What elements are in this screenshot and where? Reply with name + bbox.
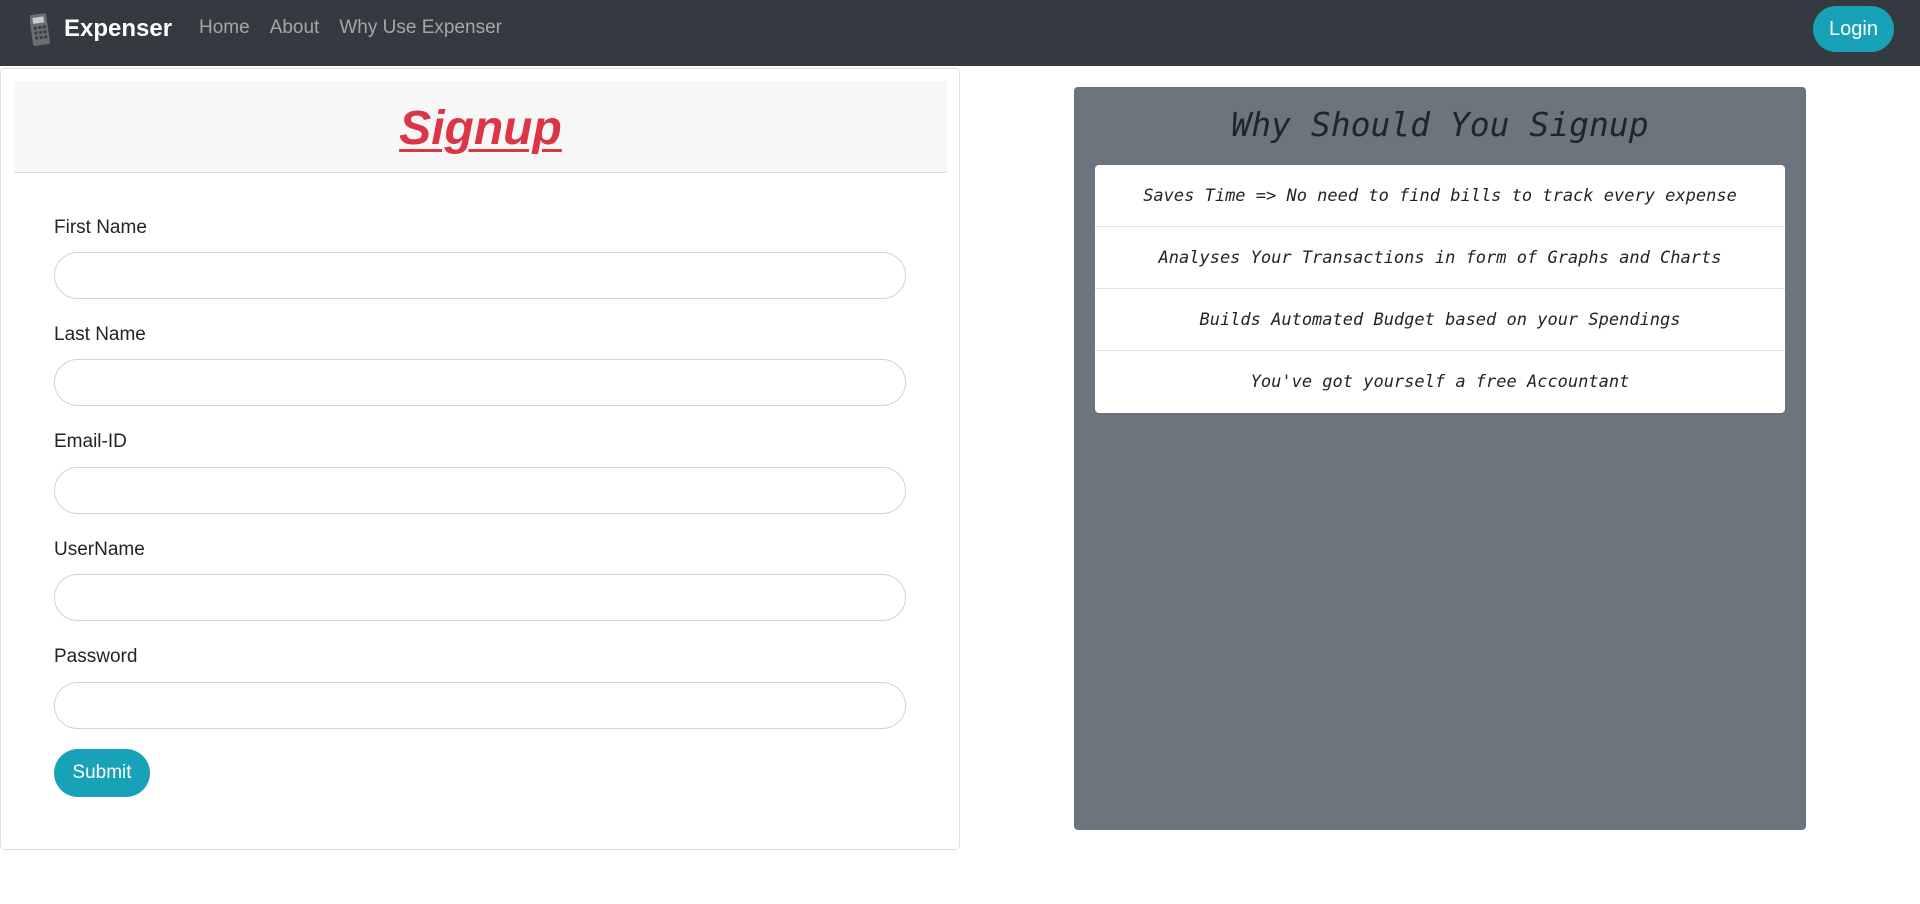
nav-link-why-use-expenser[interactable]: Why Use Expenser xyxy=(339,17,502,39)
nav-link-home[interactable]: Home xyxy=(199,17,250,39)
username-input[interactable] xyxy=(54,574,906,621)
signup-card: Signup First Name Last Name Email-ID Use… xyxy=(0,68,960,850)
why-signup-title: Why Should You Signup xyxy=(1231,105,1649,144)
password-label: Password xyxy=(54,646,138,667)
email-input[interactable] xyxy=(54,467,906,514)
submit-button[interactable]: Submit xyxy=(54,749,150,797)
card-header: Signup xyxy=(14,81,947,173)
why-signup-panel: Why Should You Signup Saves Time => No n… xyxy=(1074,87,1806,830)
email-label: Email-ID xyxy=(54,431,127,452)
reasons-list: Saves Time => No need to find bills to t… xyxy=(1095,165,1785,413)
list-item: You've got yourself a free Accountant xyxy=(1250,372,1630,392)
nav-link-about[interactable]: About xyxy=(270,17,320,39)
brand-name: Expenser xyxy=(64,15,173,42)
list-item: Builds Automated Budget based on your Sp… xyxy=(1095,289,1785,351)
password-input[interactable] xyxy=(54,682,906,729)
calculator-icon xyxy=(30,13,50,46)
first-name-label: First Name xyxy=(54,217,147,238)
first-name-input[interactable] xyxy=(54,252,906,299)
login-button[interactable]: Login xyxy=(1813,6,1894,52)
brand[interactable]: Expenser xyxy=(30,9,172,49)
list-item: Saves Time => No need to find bills to t… xyxy=(1095,165,1785,227)
last-name-input[interactable] xyxy=(54,359,906,406)
nav-links: Home About Why Use Expenser xyxy=(199,17,522,39)
list-item: Analyses Your Transactions in form of Gr… xyxy=(1095,227,1785,289)
signup-title: Signup xyxy=(399,102,562,155)
username-label: UserName xyxy=(54,539,145,560)
top-navbar: Expenser Home About Why Use Expenser Log… xyxy=(0,0,1920,66)
last-name-label: Last Name xyxy=(54,324,146,345)
